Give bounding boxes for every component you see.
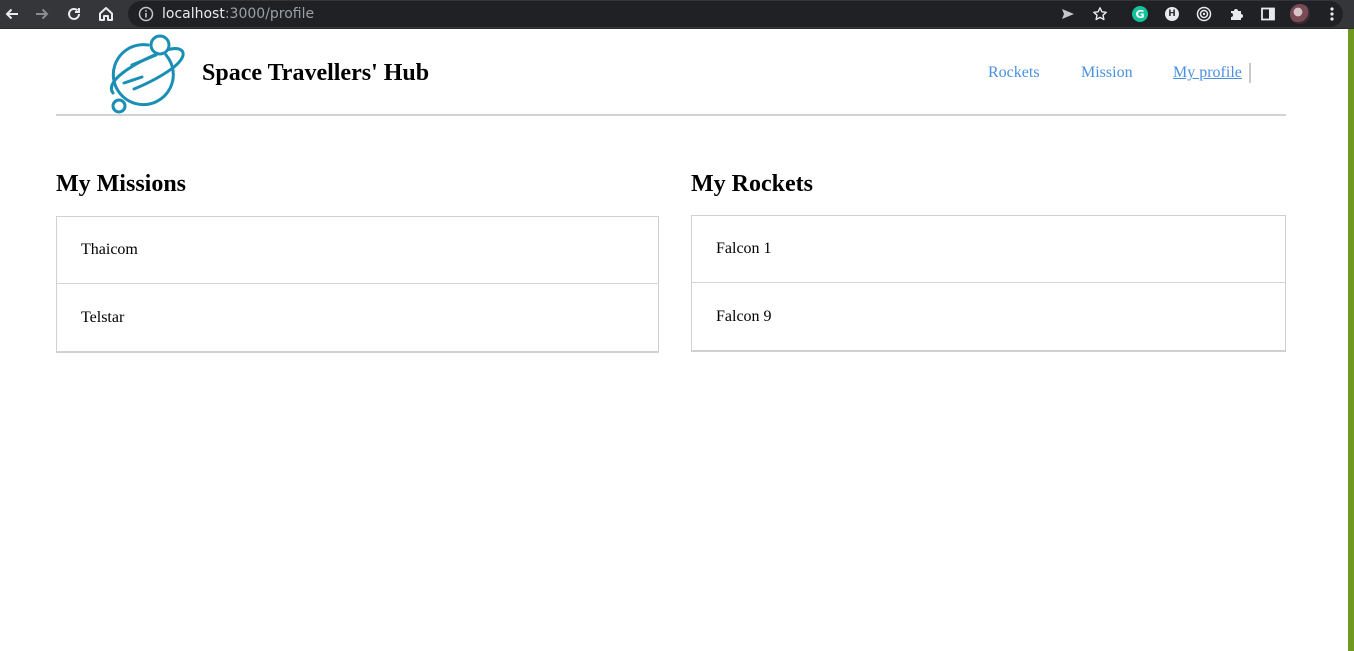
nav-link-my-profile[interactable]: My profile: [1173, 64, 1242, 82]
rockets-heading: My Rockets: [691, 171, 813, 197]
mission-item: Telstar: [81, 308, 125, 326]
url-path: :3000/profile: [224, 6, 315, 22]
missions-heading: My Missions: [56, 171, 187, 197]
missions-list: Thaicom Telstar: [56, 216, 659, 353]
puzzle-icon[interactable]: [1226, 4, 1246, 24]
menu-dots-icon[interactable]: [1322, 4, 1342, 24]
site-title: Space Travellers' Hub: [202, 60, 430, 86]
browser-toolbar: localhost:3000/profile G H: [0, 0, 1354, 29]
url-text[interactable]: localhost:3000/profile: [162, 5, 314, 23]
grammarly-letter: G: [1132, 6, 1148, 22]
site-header: Space Travellers' Hub Rockets Mission My…: [56, 29, 1286, 116]
rockets-list: Falcon 1 Falcon 9: [691, 215, 1286, 352]
nav-link-mission[interactable]: Mission: [1081, 64, 1133, 82]
forward-icon[interactable]: [32, 4, 52, 24]
grammarly-icon[interactable]: G: [1130, 4, 1150, 24]
planet-logo-icon[interactable]: [104, 33, 186, 115]
profile-avatar[interactable]: [1290, 4, 1310, 24]
url-host: localhost: [162, 6, 225, 22]
back-icon[interactable]: [2, 4, 22, 24]
nav-divider: [1249, 63, 1251, 83]
window-edge: [1348, 29, 1354, 651]
nav-link-rockets[interactable]: Rockets: [988, 64, 1040, 82]
send-icon[interactable]: [1058, 4, 1078, 24]
mission-item: Thaicom: [57, 217, 658, 284]
reload-icon[interactable]: [64, 4, 84, 24]
extension-h-letter: H: [1165, 7, 1179, 21]
star-icon[interactable]: [1090, 4, 1110, 24]
side-panel-icon[interactable]: [1258, 4, 1278, 24]
home-icon[interactable]: [96, 4, 116, 24]
extension-h-icon[interactable]: H: [1162, 4, 1182, 24]
rocket-item: Falcon 1: [692, 216, 1285, 283]
rocket-item: Falcon 9: [716, 307, 772, 325]
target-icon[interactable]: [1194, 4, 1214, 24]
site-info-icon[interactable]: [136, 4, 156, 24]
